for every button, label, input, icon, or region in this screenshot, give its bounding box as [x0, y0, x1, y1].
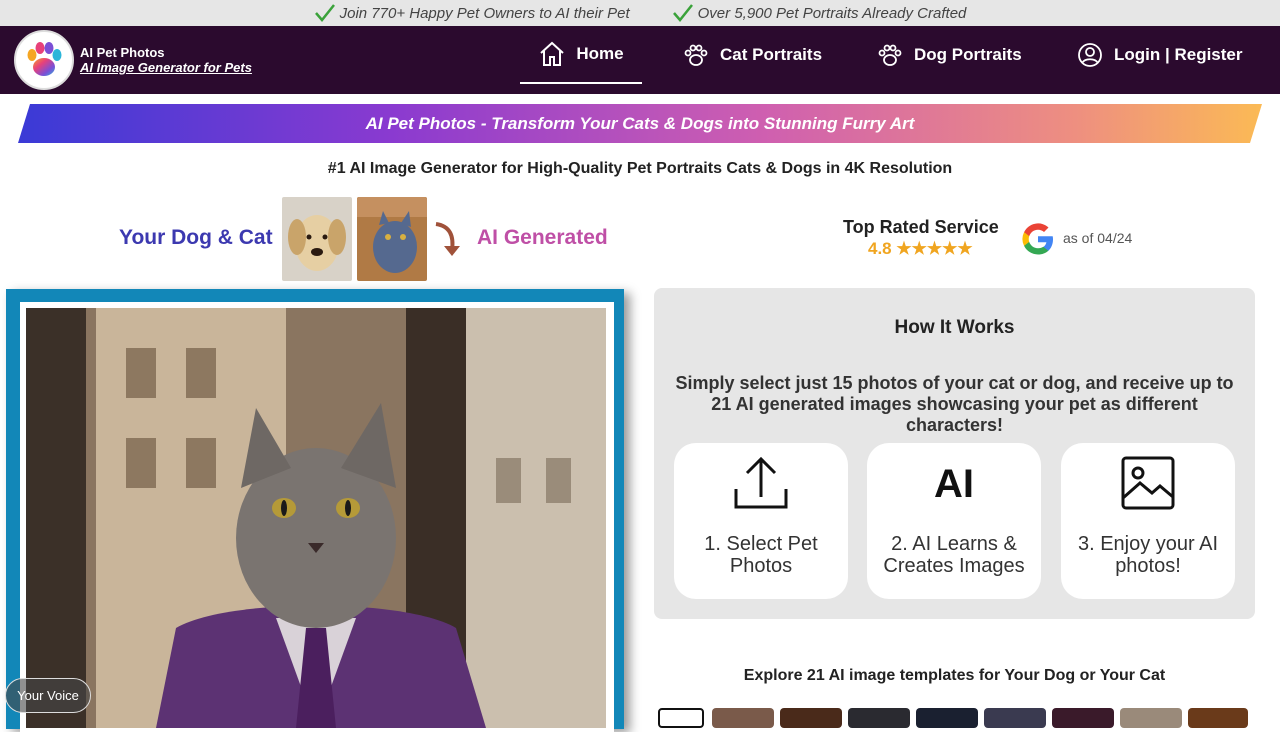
step-1-label: 1. Select Pet Photos	[704, 533, 818, 577]
announcement-1: Join 770+ Happy Pet Owners to AI their P…	[314, 3, 630, 23]
your-pet-label: Your Dog & Cat	[119, 226, 273, 249]
brand-tagline: AI Image Generator for Pets	[80, 60, 252, 75]
ai-cat-portrait-image	[26, 308, 606, 728]
nav-home-label: Home	[576, 44, 624, 63]
template-thumbnail[interactable]	[916, 708, 978, 728]
template-thumbnail[interactable]	[712, 708, 774, 728]
nav-cat-portraits[interactable]: Cat Portraits	[682, 26, 822, 84]
template-thumbnail[interactable]	[1188, 708, 1248, 728]
page-subtitle: #1 AI Image Generator for High-Quality P…	[327, 160, 953, 177]
template-thumbnail[interactable]	[848, 708, 910, 728]
checkmark-icon	[314, 4, 335, 22]
rating-value: 4.8 ★★★★★	[868, 239, 973, 258]
nav-home[interactable]: Home	[520, 26, 642, 84]
rating-date: as of 04/24	[1063, 230, 1133, 246]
template-thumbnail[interactable]	[780, 708, 842, 728]
paw-icon	[878, 44, 902, 66]
step-3-label: 3. Enjoy your AI photos!	[1077, 533, 1219, 577]
explore-templates-heading: Explore 21 AI image templates for Your D…	[743, 667, 1166, 684]
your-voice-button[interactable]: Your Voice	[5, 678, 91, 713]
template-thumbnail[interactable]	[984, 708, 1046, 728]
how-it-works-panel: How It Works Simply select just 15 photo…	[654, 288, 1255, 619]
announcement-2-text: Over 5,900 Pet Portraits Already Crafted	[697, 4, 967, 22]
how-it-works-description: Simply select just 15 photos of your cat…	[675, 373, 1234, 435]
ai-icon: AI	[934, 462, 974, 506]
nav-dog-portraits[interactable]: Dog Portraits	[876, 26, 1022, 84]
upload-icon	[734, 456, 788, 509]
ai-generated-label: AI Generated	[477, 226, 608, 249]
template-thumbnail[interactable]	[1052, 708, 1114, 728]
main-navbar: AI Pet Photos AI Image Generator for Pet…	[0, 26, 1280, 94]
paw-logo-icon	[14, 30, 74, 90]
template-thumbnail[interactable]	[658, 708, 704, 728]
cat-sample-photo	[357, 197, 427, 281]
step-enjoy-photos: 3. Enjoy your AI photos!	[1061, 443, 1235, 599]
step-select-photos: 1. Select Pet Photos	[674, 443, 848, 599]
nav-cat-label: Cat Portraits	[720, 45, 823, 64]
template-thumbnail[interactable]	[1120, 708, 1182, 728]
announcement-2: Over 5,900 Pet Portraits Already Crafted	[672, 3, 967, 23]
announcement-bar: Join 770+ Happy Pet Owners to AI their P…	[0, 0, 1280, 26]
brand-link[interactable]: AI Pet Photos AI Image Generator for Pet…	[14, 30, 252, 90]
nav-dog-label: Dog Portraits	[914, 45, 1022, 64]
user-icon	[1078, 43, 1102, 67]
brand-name: AI Pet Photos	[80, 45, 165, 60]
how-it-works-title: How It Works	[894, 317, 1015, 338]
announcement-1-text: Join 770+ Happy Pet Owners to AI their P…	[339, 4, 630, 22]
rating-block: Top Rated Service 4.8 ★★★★★	[843, 217, 999, 258]
dog-sample-photo	[282, 197, 352, 281]
checkmark-icon	[672, 4, 693, 22]
nav-login-label: Login | Register	[1114, 45, 1243, 64]
step-ai-learns: AI 2. AI Learns & Creates Images	[867, 443, 1041, 599]
rating-title: Top Rated Service	[843, 217, 999, 237]
paw-icon	[684, 44, 708, 66]
hero-banner: AI Pet Photos - Transform Your Cats & Do…	[18, 104, 1262, 143]
image-icon	[1121, 456, 1175, 510]
nav-login-register[interactable]: Login | Register	[1076, 26, 1243, 84]
step-2-label: 2. AI Learns & Creates Images	[883, 533, 1025, 577]
home-icon	[540, 41, 565, 66]
google-logo-icon	[1022, 223, 1053, 255]
portrait-frame	[6, 289, 624, 732]
curved-arrow-icon	[435, 222, 460, 256]
svg-text:AI: AI	[934, 462, 974, 506]
